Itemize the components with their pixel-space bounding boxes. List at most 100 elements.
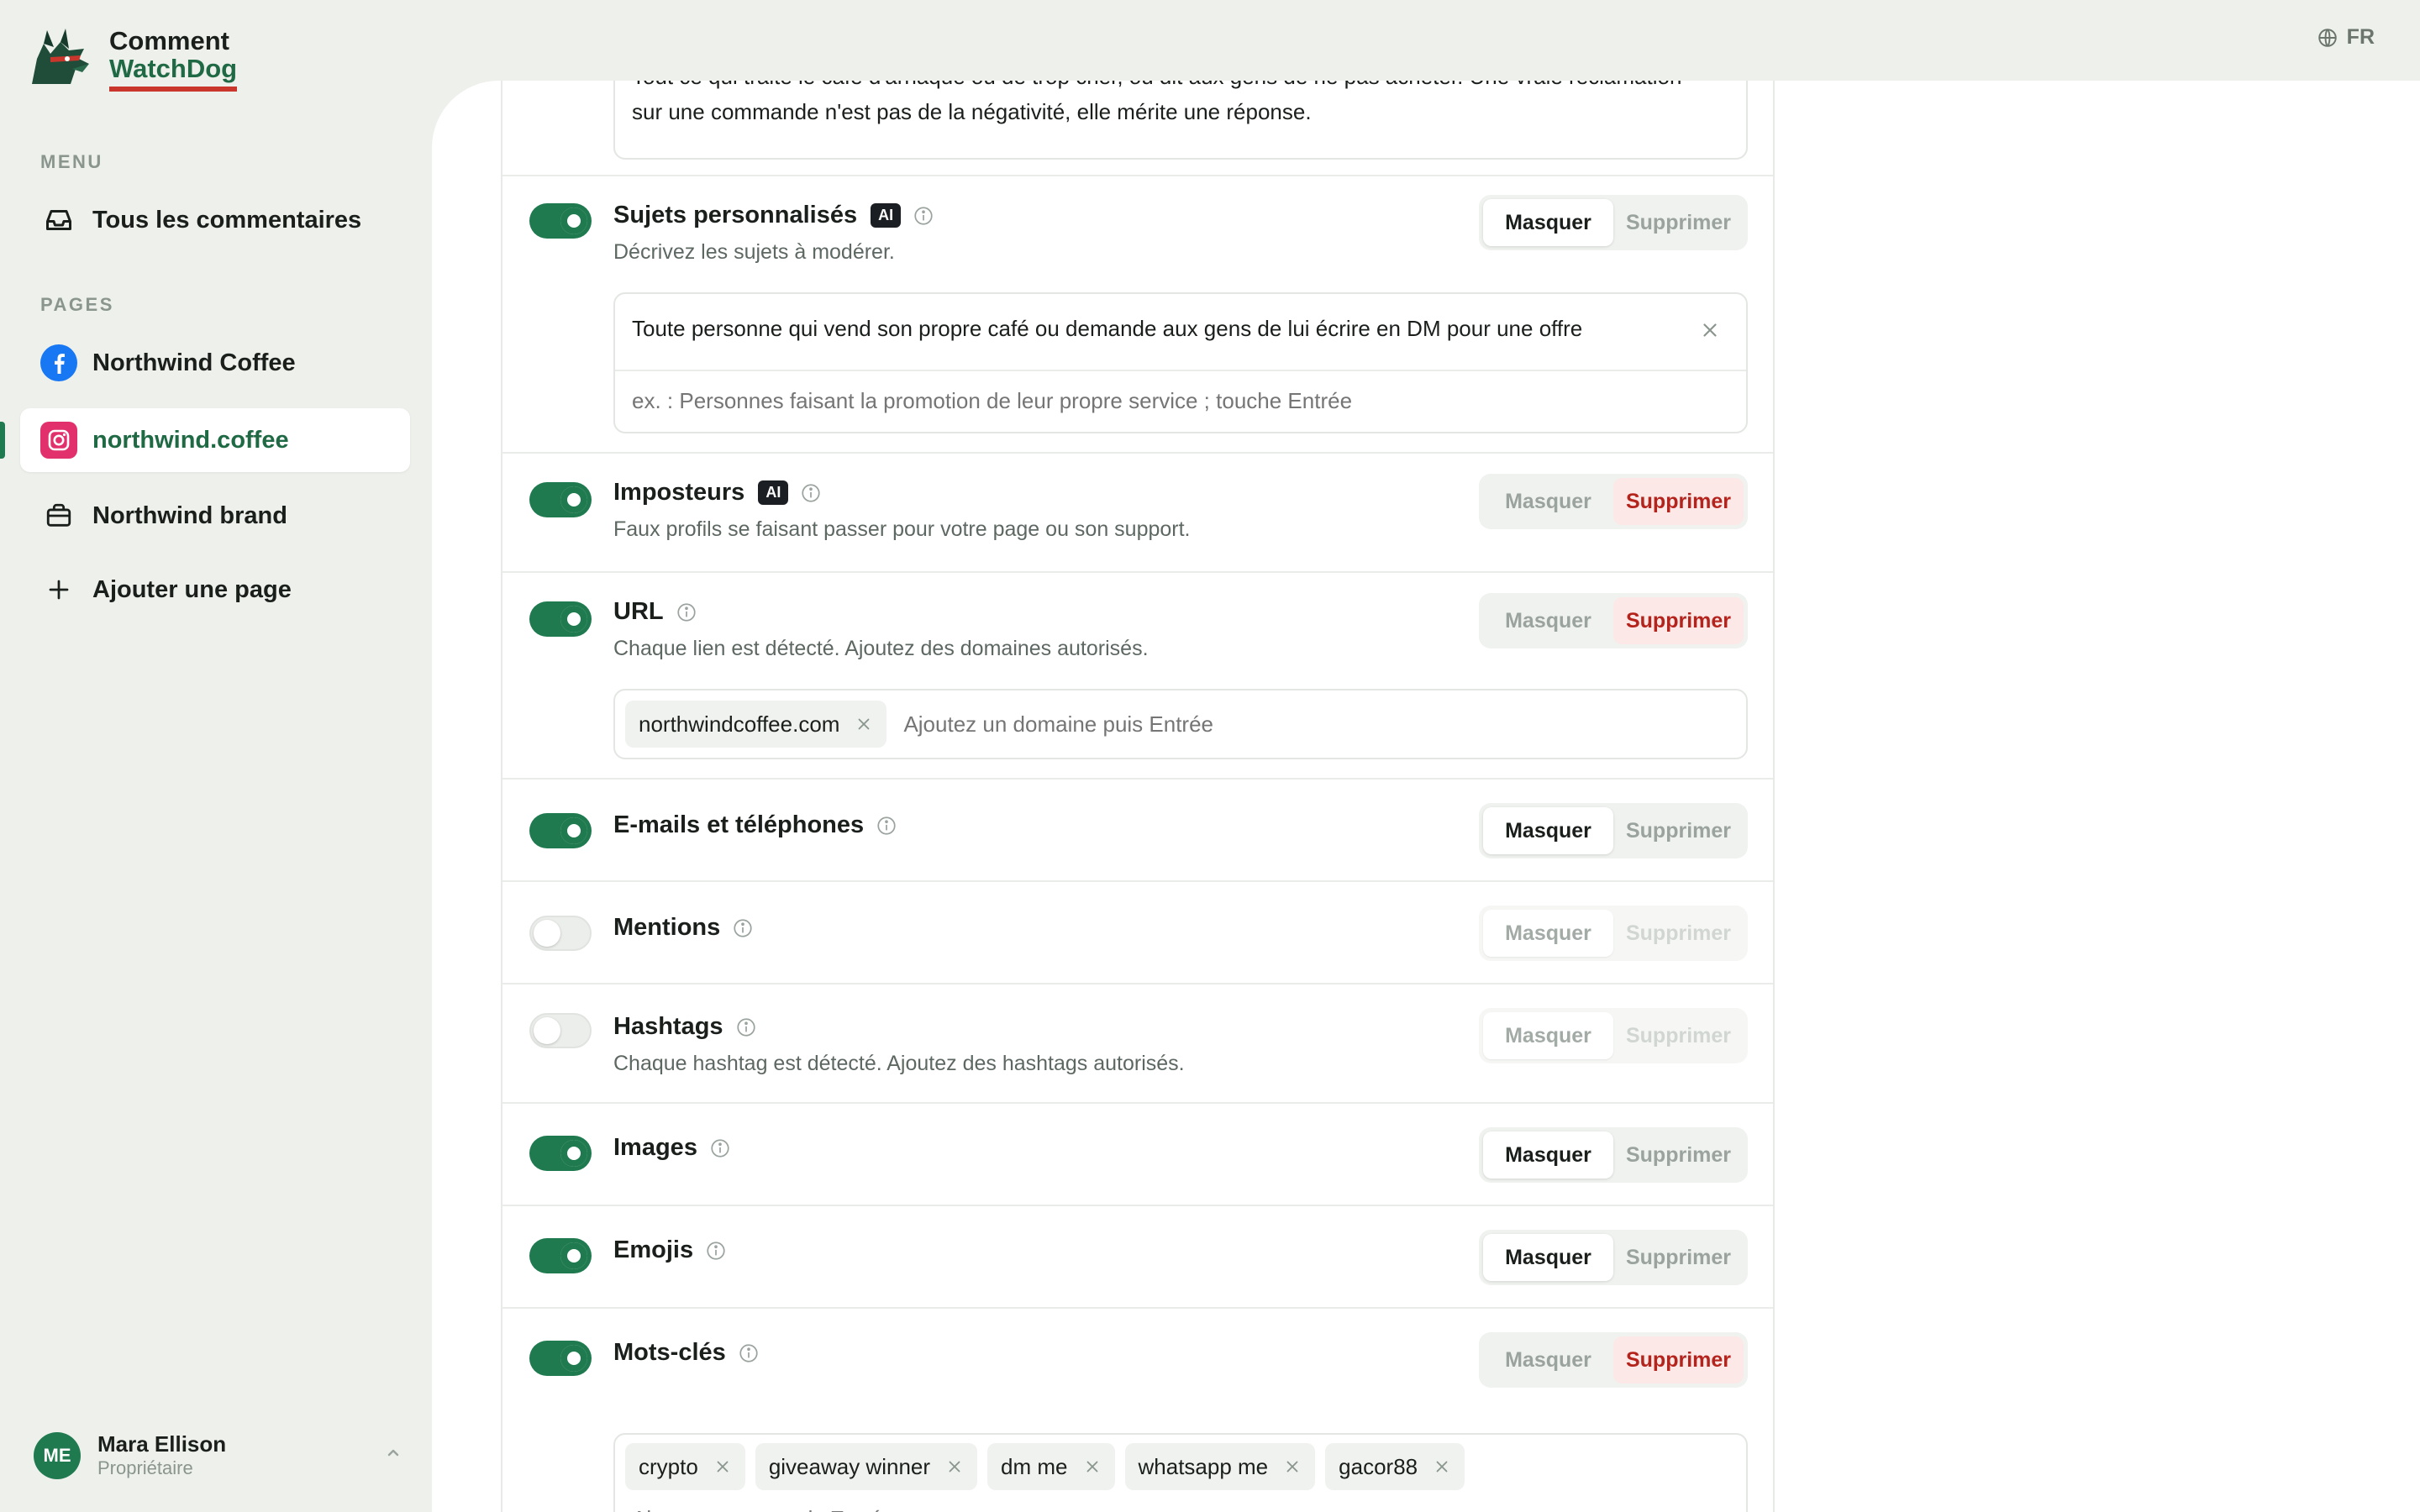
previous-rule-text-line2: sur une commande n'est pas de la négativ… — [632, 99, 1312, 124]
keyword-chip-list: crypto giveaway winner dm me whatsapp me — [625, 1443, 1736, 1490]
info-icon[interactable] — [705, 1240, 727, 1262]
impostors-toggle[interactable] — [529, 482, 592, 517]
keywords-toggle[interactable] — [529, 1341, 592, 1376]
main-panel: Tout ce qui traite le café d'arnaque ou … — [432, 81, 2420, 1512]
rule-row-previous: Tout ce qui traite le café d'arnaque ou … — [502, 81, 1773, 176]
impostors-desc: Faux profils se faisant passer pour votr… — [613, 517, 1191, 541]
hide-button[interactable]: Masquer — [1483, 1012, 1613, 1059]
app-logo[interactable]: Comment WatchDog — [25, 25, 238, 94]
hide-button[interactable]: Masquer — [1483, 1336, 1613, 1383]
emails-toggle[interactable] — [529, 813, 592, 848]
keyword-chip: whatsapp me — [1124, 1443, 1316, 1490]
emojis-toggle[interactable] — [529, 1238, 592, 1273]
rule-title: Sujets personnalisés AI — [613, 202, 934, 229]
info-icon[interactable] — [876, 815, 897, 837]
hide-button[interactable]: Masquer — [1483, 1234, 1613, 1281]
info-icon[interactable] — [676, 601, 697, 623]
mentions-title: Mentions — [613, 914, 721, 941]
emails-action-toggle: Masquer Supprimer — [1479, 803, 1748, 858]
custom-topic-entry-text: Toute personne qui vend son propre café … — [632, 316, 1583, 341]
info-icon[interactable] — [800, 482, 822, 504]
remove-chip-icon[interactable] — [1433, 1457, 1451, 1476]
rule-row-custom-topics: Sujets personnalisés AI Décrivez les suj… — [502, 176, 1773, 454]
ai-badge: AI — [758, 480, 789, 505]
hide-button[interactable]: Masquer — [1483, 910, 1613, 957]
keyword-chip: giveaway winner — [755, 1443, 978, 1490]
sidebar-item-northwind-instagram[interactable]: northwind.coffee — [20, 408, 410, 472]
rule-row-keywords: Mots-clés Masquer Supprimer crypto givea… — [502, 1309, 1773, 1512]
rule-row-url: URL Chaque lien est détecté. Ajoutez des… — [502, 573, 1773, 780]
remove-chip-icon[interactable] — [1083, 1457, 1102, 1476]
custom-topic-input[interactable] — [615, 371, 1746, 430]
info-icon[interactable] — [735, 1016, 757, 1038]
url-action-toggle: Masquer Supprimer — [1479, 593, 1748, 648]
language-switcher[interactable]: FR — [2317, 25, 2375, 50]
rule-row-emails: E-mails et téléphones Masquer Supprimer — [502, 780, 1773, 882]
hide-button[interactable]: Masquer — [1483, 807, 1613, 854]
pages-section-label: PAGES — [40, 294, 114, 315]
plus-icon — [40, 571, 77, 608]
logo-line-2: WatchDog — [109, 55, 238, 92]
images-toggle[interactable] — [529, 1136, 592, 1171]
delete-button[interactable]: Supprimer — [1613, 597, 1744, 644]
add-page-button[interactable]: Ajouter une page — [20, 558, 410, 622]
remove-chip-icon[interactable] — [713, 1457, 732, 1476]
facebook-icon — [40, 344, 77, 381]
keyword-chip: crypto — [625, 1443, 745, 1490]
url-toggle[interactable] — [529, 601, 592, 637]
sidebar-item-northwind-brand[interactable]: Northwind brand — [20, 484, 410, 548]
nav-all-comments[interactable]: Tous les commentaires — [20, 188, 410, 252]
briefcase-icon — [40, 497, 77, 534]
chevron-up-icon[interactable] — [383, 1443, 403, 1467]
mentions-action-toggle: Masquer Supprimer — [1479, 906, 1748, 961]
delete-button[interactable]: Supprimer — [1613, 1012, 1744, 1059]
info-icon[interactable] — [913, 205, 934, 227]
custom-topics-toggle[interactable] — [529, 203, 592, 239]
domain-chip: northwindcoffee.com — [625, 701, 887, 748]
remove-topic-icon[interactable] — [1699, 319, 1721, 345]
keyword-chip-label: crypto — [639, 1453, 698, 1479]
user-role: Propriétaire — [97, 1457, 193, 1479]
nav-all-comments-label: Tous les commentaires — [92, 206, 362, 234]
keyword-input[interactable] — [625, 1494, 1736, 1512]
inbox-icon — [40, 202, 77, 239]
delete-button[interactable]: Supprimer — [1613, 1234, 1744, 1281]
delete-button[interactable]: Supprimer — [1613, 910, 1744, 957]
rule-row-hashtags: Hashtags Chaque hashtag est détecté. Ajo… — [502, 984, 1773, 1104]
hashtags-toggle[interactable] — [529, 1013, 592, 1048]
user-menu[interactable]: ME Mara Ellison Propriétaire — [34, 1431, 403, 1480]
hide-button[interactable]: Masquer — [1483, 478, 1613, 525]
emojis-title: Emojis — [613, 1236, 694, 1263]
sidebar-item-label: northwind.coffee — [92, 426, 289, 454]
hide-button[interactable]: Masquer — [1483, 199, 1613, 246]
info-icon[interactable] — [709, 1137, 731, 1159]
delete-button[interactable]: Supprimer — [1613, 199, 1744, 246]
delete-button[interactable]: Supprimer — [1613, 1336, 1744, 1383]
impostors-action-toggle: Masquer Supprimer — [1479, 474, 1748, 529]
keyword-chip-label: gacor88 — [1339, 1453, 1418, 1479]
hide-button[interactable]: Masquer — [1483, 597, 1613, 644]
delete-button[interactable]: Supprimer — [1613, 1131, 1744, 1179]
mentions-toggle[interactable] — [529, 916, 592, 951]
previous-rule-textarea[interactable]: Tout ce qui traite le café d'arnaque ou … — [613, 81, 1748, 160]
url-allowlist-box: northwindcoffee.com — [613, 689, 1748, 759]
sidebar-item-northwind-coffee[interactable]: Northwind Coffee — [20, 331, 410, 395]
logo-line-1: Comment — [109, 26, 229, 56]
hide-button[interactable]: Masquer — [1483, 1131, 1613, 1179]
delete-button[interactable]: Supprimer — [1613, 478, 1744, 525]
add-page-label: Ajouter une page — [92, 575, 292, 603]
domain-input[interactable] — [897, 699, 1736, 749]
emojis-action-toggle: Masquer Supprimer — [1479, 1230, 1748, 1285]
custom-topics-box: Toute personne qui vend son propre café … — [613, 292, 1748, 433]
info-icon[interactable] — [732, 917, 754, 939]
info-icon[interactable] — [738, 1342, 760, 1364]
custom-topics-desc: Décrivez les sujets à modérer. — [613, 240, 895, 264]
keyword-chip: dm me — [987, 1443, 1115, 1490]
hashtags-title: Hashtags — [613, 1013, 723, 1040]
remove-chip-icon[interactable] — [855, 715, 873, 733]
delete-button[interactable]: Supprimer — [1613, 807, 1744, 854]
impostors-title: Imposteurs — [613, 479, 745, 506]
remove-chip-icon[interactable] — [945, 1457, 964, 1476]
remove-chip-icon[interactable] — [1283, 1457, 1302, 1476]
watchdog-logo-icon — [32, 29, 89, 84]
